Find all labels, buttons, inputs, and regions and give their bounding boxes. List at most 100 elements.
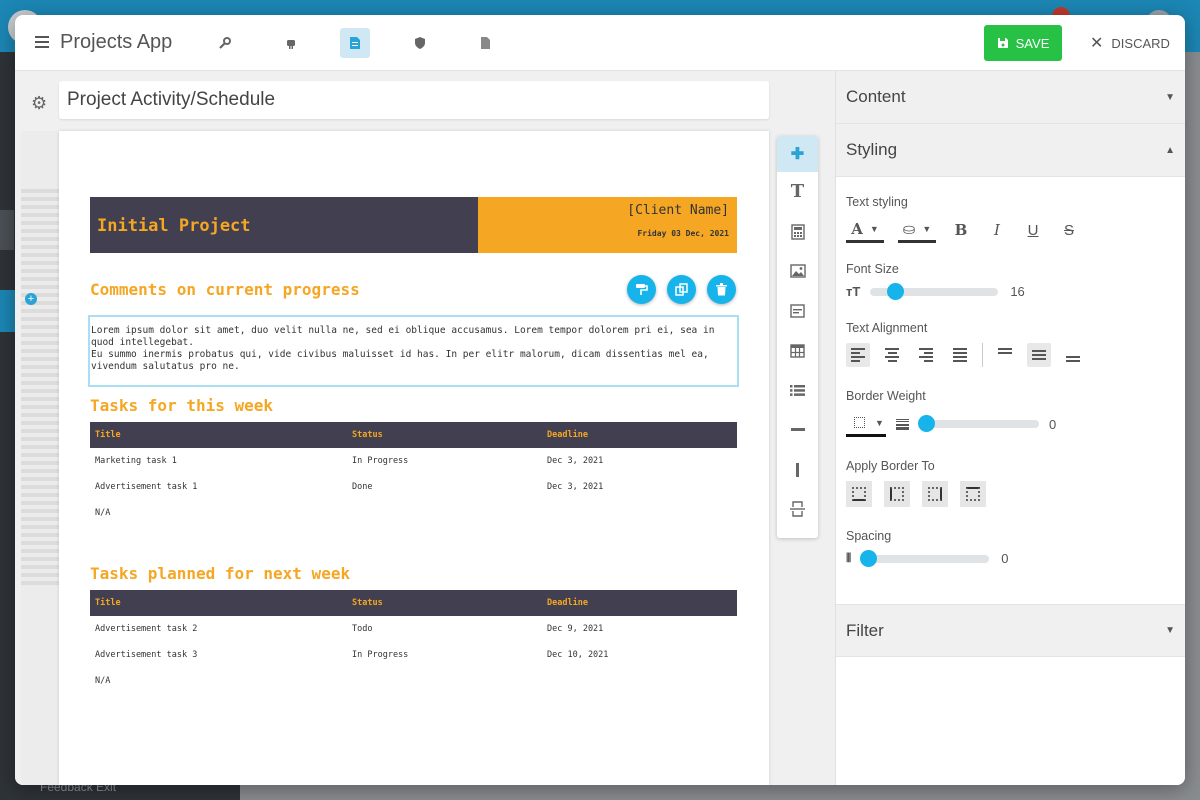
- valign-top-button[interactable]: [993, 343, 1017, 367]
- styling-section-header[interactable]: Styling ▲: [836, 124, 1185, 177]
- align-center-button[interactable]: [880, 343, 904, 367]
- page-break-icon: [790, 501, 805, 518]
- editor-area: ⚙ Project Activity/Schedule + Initial Pr…: [15, 71, 835, 785]
- modal-topbar: Projects App SAVE ✕ DISCARD: [15, 15, 1185, 71]
- this-week-table[interactable]: Title Status Deadline Marketing task 1 I…: [90, 422, 737, 526]
- border-top-button[interactable]: [960, 481, 986, 507]
- paint-bucket-icon: ⛀: [902, 220, 916, 238]
- add-text-button[interactable]: T: [777, 172, 818, 212]
- cell-title: N/A: [95, 508, 111, 518]
- add-list-button[interactable]: [777, 370, 818, 410]
- tab-file[interactable]: [470, 28, 500, 58]
- content-section-label: Content: [846, 87, 906, 106]
- border-top-icon: [966, 487, 980, 501]
- border-left-button[interactable]: [884, 481, 910, 507]
- strikethrough-button[interactable]: S: [1058, 217, 1080, 243]
- line-weight-icon: [896, 418, 909, 430]
- filter-section-header[interactable]: Filter ▼: [836, 604, 1185, 657]
- add-page-break-button[interactable]: [777, 490, 818, 530]
- spacing-slider[interactable]: [860, 549, 990, 567]
- project-title[interactable]: Initial Project: [90, 197, 478, 253]
- text-color-button[interactable]: A ▼: [846, 217, 884, 243]
- column-header-deadline: Deadline: [547, 598, 588, 608]
- cell-deadline: Dec 3, 2021: [547, 456, 604, 466]
- section-title-comments[interactable]: Comments on current progress: [90, 280, 360, 299]
- border-weight-row: ▼ 0: [846, 411, 1175, 437]
- table-row: Advertisement task 3 In Progress Dec 10,…: [90, 642, 737, 668]
- section-title-next-week[interactable]: Tasks planned for next week: [90, 564, 350, 583]
- bold-icon: B: [954, 221, 968, 239]
- add-row-icon[interactable]: +: [25, 293, 37, 305]
- border-weight-slider[interactable]: [918, 415, 1039, 432]
- vertical-line-icon: [795, 462, 799, 477]
- align-justify-button[interactable]: [948, 343, 972, 367]
- copy-icon: [675, 283, 688, 296]
- table-row: Advertisement task 1 Done Dec 3, 2021: [90, 474, 737, 500]
- tab-wrench[interactable]: [210, 28, 240, 58]
- border-weight-label: Border Weight: [846, 389, 926, 403]
- tab-robot[interactable]: [276, 28, 306, 58]
- italic-button[interactable]: I: [986, 217, 1008, 243]
- save-button[interactable]: SAVE: [984, 25, 1062, 61]
- add-vertical-line-button[interactable]: [777, 450, 818, 490]
- add-calculator-button[interactable]: [777, 212, 818, 252]
- delete-button[interactable]: [707, 275, 736, 304]
- fill-color-button[interactable]: ⛀ ▼: [898, 217, 936, 243]
- menu-icon[interactable]: [35, 36, 49, 48]
- discard-button-label: DISCARD: [1111, 35, 1170, 51]
- vertical-ruler: [21, 131, 59, 785]
- apply-border-row: [846, 481, 1175, 507]
- font-size-row: ᴛT 16: [846, 282, 1175, 300]
- font-size-value: 16: [1010, 284, 1025, 299]
- cell-title: N/A: [95, 676, 111, 686]
- client-header[interactable]: [Client Name] Friday 03 Dec, 2021: [478, 197, 737, 253]
- column-header-status: Status: [352, 430, 383, 440]
- add-paragraph-button[interactable]: [777, 291, 818, 331]
- comment-text-block[interactable]: Lorem ipsum dolor sit amet, duo velit nu…: [88, 315, 739, 387]
- section-title-this-week[interactable]: Tasks for this week: [90, 396, 273, 415]
- paint-roller-button[interactable]: [627, 275, 656, 304]
- content-section-header[interactable]: Content ▼: [836, 71, 1185, 124]
- align-left-button[interactable]: [846, 343, 870, 367]
- gear-icon[interactable]: ⚙: [31, 93, 47, 114]
- border-style-icon: [854, 417, 865, 428]
- next-week-table[interactable]: Title Status Deadline Advertisement task…: [90, 590, 737, 694]
- tab-shield[interactable]: [405, 28, 435, 58]
- caret-down-icon: ▼: [869, 223, 879, 234]
- apply-border-label: Apply Border To: [846, 459, 935, 473]
- save-button-label: SAVE: [1015, 35, 1050, 51]
- robot-icon: [287, 40, 295, 49]
- wrench-icon: [219, 37, 231, 49]
- column-header-title: Title: [95, 598, 121, 608]
- discard-button[interactable]: ✕ DISCARD: [1090, 25, 1170, 61]
- align-right-button[interactable]: [914, 343, 938, 367]
- styling-section-label: Styling: [846, 140, 898, 159]
- border-right-button[interactable]: [922, 481, 948, 507]
- add-element-button[interactable]: ✚: [777, 136, 818, 172]
- underline-icon: U: [1027, 221, 1039, 239]
- spacing-label: Spacing: [846, 529, 892, 543]
- tab-document[interactable]: [340, 28, 370, 58]
- border-style-button[interactable]: ▼: [846, 411, 886, 437]
- valign-middle-button[interactable]: [1027, 343, 1051, 367]
- duplicate-button[interactable]: [667, 275, 696, 304]
- report-page[interactable]: Initial Project [Client Name] Friday 03 …: [59, 131, 769, 785]
- border-left-icon: [890, 487, 904, 501]
- ruler-marks: [21, 189, 59, 587]
- document-name-input[interactable]: Project Activity/Schedule: [59, 81, 769, 119]
- add-horizontal-line-button[interactable]: [777, 410, 818, 450]
- slider-handle[interactable]: [860, 549, 878, 567]
- bold-button[interactable]: B: [950, 217, 972, 243]
- strikethrough-icon: S: [1063, 221, 1074, 239]
- slider-handle[interactable]: [886, 282, 904, 300]
- font-size-slider[interactable]: [870, 282, 999, 300]
- background-sidebar-row: [0, 210, 14, 250]
- valign-bottom-button[interactable]: [1061, 343, 1085, 367]
- slider-handle[interactable]: [918, 415, 935, 432]
- add-table-button[interactable]: [777, 331, 818, 371]
- add-image-button[interactable]: [777, 251, 818, 291]
- underline-button[interactable]: U: [1022, 217, 1044, 243]
- trash-icon: [716, 283, 727, 296]
- border-bottom-button[interactable]: [846, 481, 872, 507]
- table-header: Title Status Deadline: [90, 590, 737, 616]
